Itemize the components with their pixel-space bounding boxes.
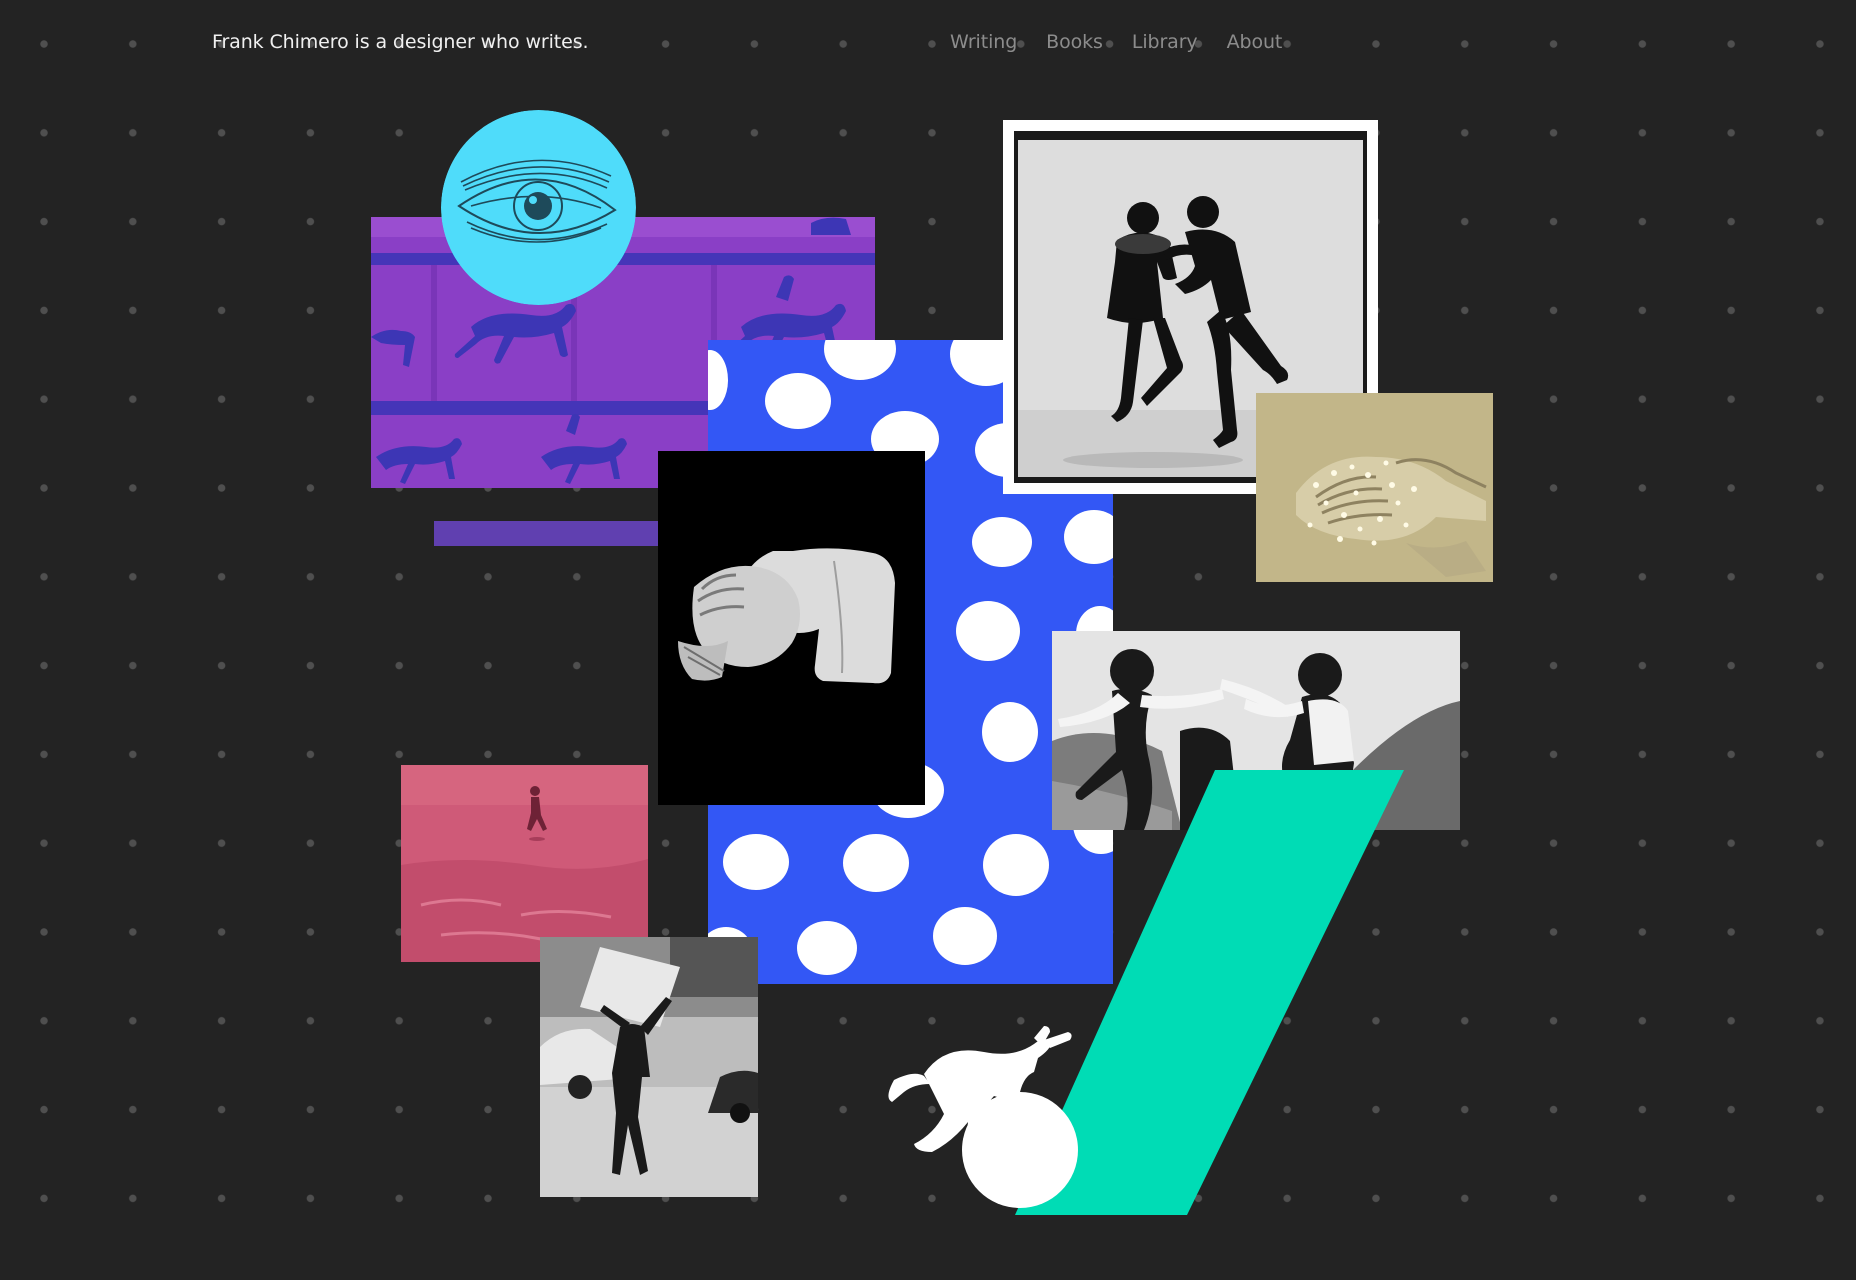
- nav-writing[interactable]: Writing: [950, 31, 1017, 53]
- marble-bust-image: [658, 451, 925, 805]
- site-tagline-link[interactable]: Frank Chimero is a designer who writes.: [212, 31, 589, 53]
- street-performer-photo: [540, 937, 758, 1197]
- pink-beach-runner-image: [401, 765, 648, 962]
- engraved-eye-image: [441, 110, 636, 305]
- nav-about[interactable]: About: [1227, 31, 1283, 53]
- nav-books[interactable]: Books: [1046, 31, 1103, 53]
- main-nav: Writing Books Library About: [950, 31, 1282, 53]
- nav-library[interactable]: Library: [1132, 31, 1198, 53]
- white-figure-cutout: [884, 1020, 1096, 1210]
- clapping-hands-image: [1256, 393, 1493, 582]
